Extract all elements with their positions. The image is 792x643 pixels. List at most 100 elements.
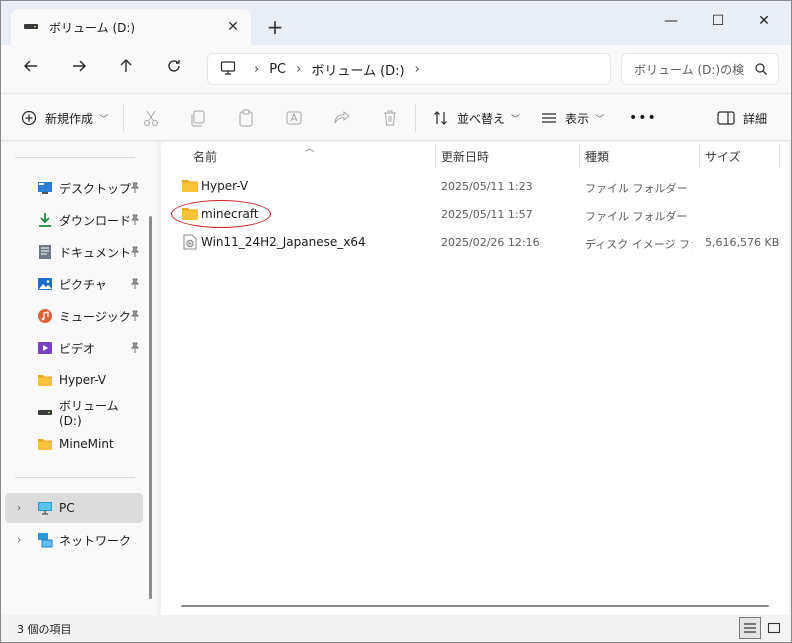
sidebar-item-minemint[interactable]: MineMint xyxy=(5,429,143,459)
breadcrumb-pc[interactable]: PC xyxy=(269,62,286,77)
sidebar-scrollbar[interactable] xyxy=(149,216,152,599)
sidebar-item-label: MineMint xyxy=(59,437,114,451)
new-button[interactable]: 新規作成 ﹀ xyxy=(21,106,108,130)
file-size: 5,616,576 KB xyxy=(705,236,780,249)
paste-icon[interactable] xyxy=(236,108,256,128)
pin-icon[interactable] xyxy=(129,214,141,226)
item-count: 3 個の項目 xyxy=(17,623,72,636)
column-header-label: 更新日時 xyxy=(441,149,490,164)
pin-icon[interactable] xyxy=(129,278,141,290)
column-header-name[interactable]: 名前 ︿ xyxy=(193,144,314,168)
chevron-down-icon: ﹀ xyxy=(511,114,521,125)
file-row[interactable]: Win11_24H2_Japanese_x64 2025/02/26 12:16… xyxy=(175,228,779,256)
file-row[interactable]: Hyper-V 2025/05/11 1:23 ファイル フォルダー xyxy=(175,172,775,200)
file-type: ファイル フォルダー xyxy=(585,210,688,223)
up-button[interactable] xyxy=(112,55,140,83)
cut-icon[interactable] xyxy=(141,108,161,128)
network-icon xyxy=(38,533,53,548)
column-header-date[interactable]: 更新日時 xyxy=(441,144,489,168)
maximize-button[interactable]: ☐ xyxy=(698,9,738,33)
sidebar-item-pictures[interactable]: ピクチャ xyxy=(5,269,143,299)
sidebar-item-pc[interactable]: › PC xyxy=(5,493,143,523)
chevron-right-icon[interactable]: › xyxy=(17,533,21,546)
sidebar-item-videos[interactable]: ビデオ xyxy=(5,333,143,363)
column-header-type[interactable]: 種類 xyxy=(585,144,609,168)
tab-close-button[interactable]: ✕ xyxy=(225,19,241,35)
file-type: ファイル フォルダー xyxy=(585,182,688,195)
view-list-icon xyxy=(542,113,556,123)
pin-icon[interactable] xyxy=(129,342,141,354)
new-label: 新規作成 xyxy=(45,111,94,126)
refresh-icon xyxy=(168,60,180,72)
details-pane-button[interactable]: 詳細 xyxy=(717,106,767,130)
column-divider[interactable] xyxy=(579,144,580,168)
download-icon xyxy=(39,213,51,227)
chevron-right-icon[interactable]: › xyxy=(17,501,21,514)
details-view-icon xyxy=(744,623,756,633)
arrow-right-icon xyxy=(73,60,86,72)
breadcrumb-volume-d[interactable]: ボリューム (D:) xyxy=(311,60,404,79)
column-divider[interactable] xyxy=(435,144,436,168)
sidebar-item-label: ダウンロード xyxy=(59,213,132,228)
view-button[interactable]: 表示 ﹀ xyxy=(541,106,604,130)
sidebar-item-label: ボリューム (D:) xyxy=(59,398,119,428)
plus-circle-icon xyxy=(21,110,37,126)
forward-button[interactable] xyxy=(65,55,93,83)
sidebar-item-label: ネットワーク xyxy=(59,533,132,548)
music-icon xyxy=(38,309,52,323)
breadcrumb-separator[interactable]: › xyxy=(415,62,420,77)
more-options-button[interactable]: ••• xyxy=(629,106,657,130)
breadcrumb-separator: › xyxy=(296,61,302,77)
annotation-circle xyxy=(171,200,271,228)
sidebar-item-label: PC xyxy=(59,501,75,515)
close-window-button[interactable]: ✕ xyxy=(744,9,784,33)
column-divider[interactable] xyxy=(699,144,700,168)
column-divider[interactable] xyxy=(779,144,780,168)
new-tab-button[interactable]: + xyxy=(265,17,285,37)
file-type: ディスク イメージ ファ... xyxy=(585,238,693,251)
pin-icon[interactable] xyxy=(129,182,141,194)
pin-icon[interactable] xyxy=(129,310,141,322)
view-label: 表示 xyxy=(565,111,590,126)
sidebar-item-label: ミュージック xyxy=(59,309,131,324)
share-icon[interactable] xyxy=(332,108,352,128)
back-button[interactable] xyxy=(17,55,45,83)
column-header-size[interactable]: サイズ xyxy=(705,144,741,168)
file-name: Win11_24H2_Japanese_x64 xyxy=(201,235,366,249)
pictures-icon xyxy=(38,278,52,290)
search-box[interactable]: ボリューム (D:)の検 xyxy=(621,53,779,85)
desktop-icon xyxy=(38,182,52,194)
navigation-pane: デスクトップ ダウンロード ドキュメント ピクチャ ミュージック ビデオ Hyp… xyxy=(1,142,157,615)
pin-icon[interactable] xyxy=(129,246,141,258)
sidebar-item-downloads[interactable]: ダウンロード xyxy=(5,205,143,235)
documents-icon xyxy=(39,245,51,259)
folder-icon xyxy=(38,375,52,386)
delete-icon[interactable] xyxy=(380,108,400,128)
sidebar-item-hyper-v[interactable]: Hyper-V xyxy=(5,365,143,395)
refresh-button[interactable] xyxy=(160,55,188,83)
pc-icon xyxy=(38,502,52,515)
drive-icon xyxy=(38,410,52,415)
sort-ascending-icon: ︿ xyxy=(305,144,315,154)
tab-strip: ボリューム (D:) ✕ + — ☐ ✕ xyxy=(1,1,791,45)
address-bar[interactable]: › PC › ボリューム (D:) › xyxy=(207,53,611,85)
sidebar-item-music[interactable]: ミュージック xyxy=(5,301,143,331)
sidebar-item-network[interactable]: › ネットワーク xyxy=(5,525,143,555)
sidebar-item-documents[interactable]: ドキュメント xyxy=(5,237,143,267)
details-pane-icon xyxy=(717,111,735,125)
sort-icon xyxy=(434,111,447,125)
sidebar-item-volume-d[interactable]: ボリューム (D:) xyxy=(5,397,143,428)
tiles-view-button[interactable] xyxy=(763,617,785,639)
tab-volume-d[interactable]: ボリューム (D:) ✕ xyxy=(11,9,251,45)
file-list: 名前 ︿ 更新日時 種類 サイズ Hyper-V 2025/05/11 1:23… xyxy=(161,142,789,615)
copy-icon[interactable] xyxy=(188,108,208,128)
folder-icon xyxy=(38,439,52,450)
videos-icon xyxy=(38,342,52,354)
sidebar-item-desktop[interactable]: デスクトップ xyxy=(5,173,143,203)
minimize-button[interactable]: — xyxy=(651,9,691,33)
details-view-button[interactable] xyxy=(739,617,761,639)
sort-button[interactable]: 並べ替え ﹀ xyxy=(433,106,520,130)
search-input[interactable]: ボリューム (D:)の検 xyxy=(634,61,752,78)
rename-icon[interactable] xyxy=(284,108,304,128)
horizontal-scrollbar[interactable] xyxy=(181,605,769,607)
